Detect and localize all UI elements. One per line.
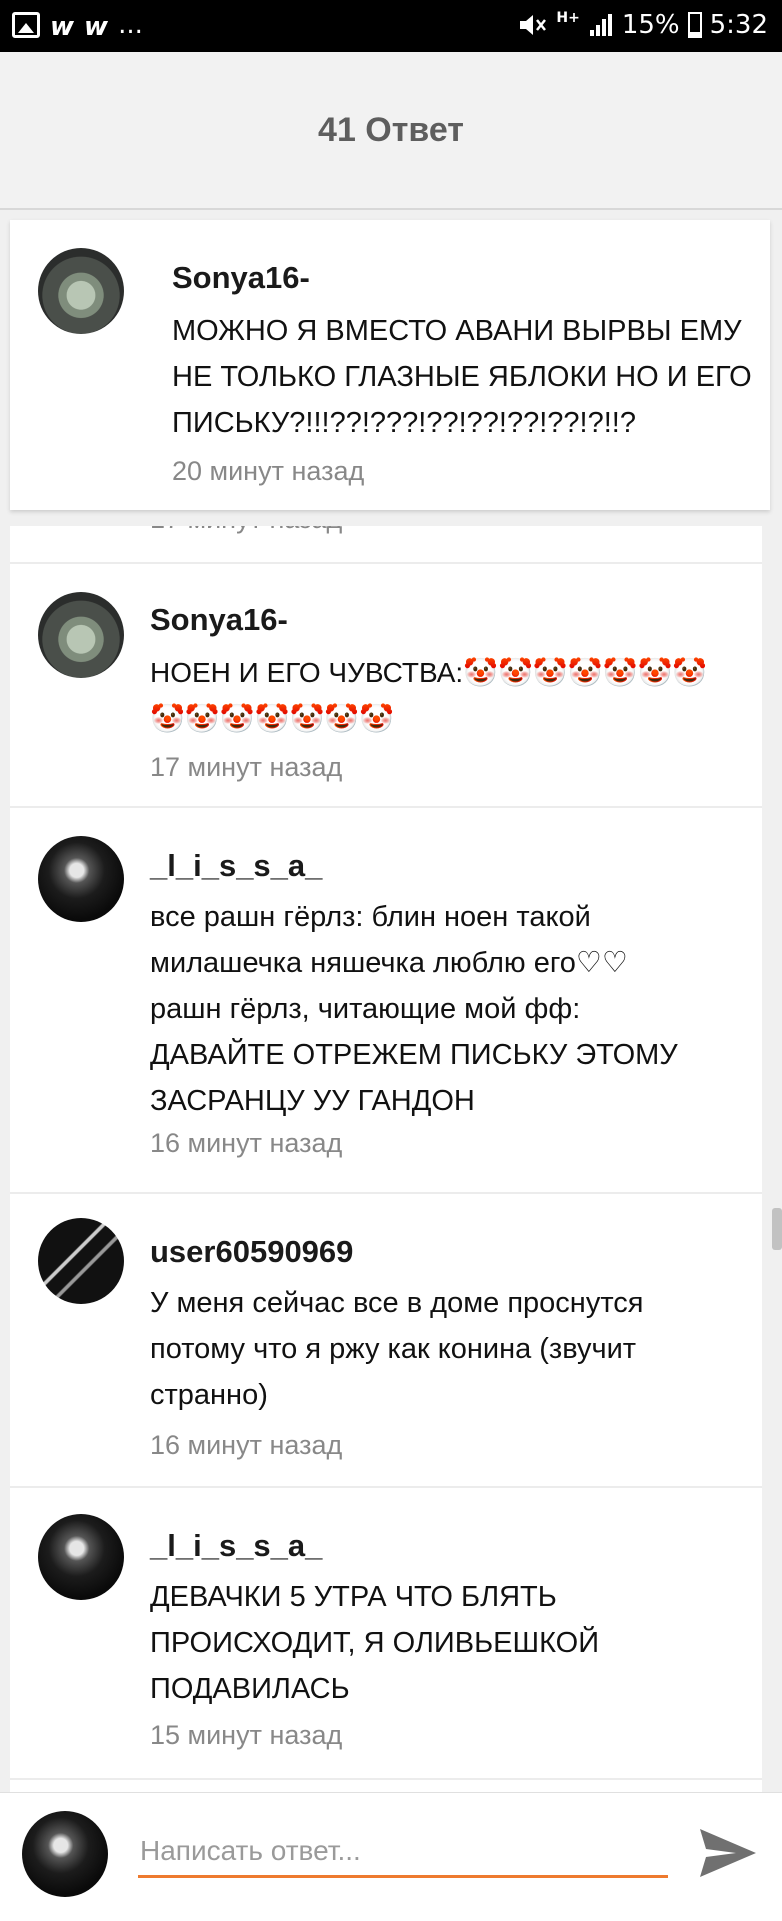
comment-text-line: 🤡🤡🤡🤡🤡🤡🤡 [150, 703, 395, 734]
reply-input[interactable] [138, 1827, 668, 1878]
battery-icon [687, 12, 702, 38]
comment-username[interactable]: user60590969 [150, 1234, 353, 1270]
comment-time: 17 минут назад [150, 752, 343, 782]
comment-time: 15 минут назад [150, 1720, 343, 1750]
send-icon [700, 1829, 756, 1877]
battery-percent: 15% [621, 10, 680, 40]
avatar[interactable] [38, 592, 124, 678]
comment-text-line: У меня сейчас все в доме проснутся [150, 1287, 644, 1319]
comment-text-line: ЗАСРАНЦУ УУ ГАНДОН [150, 1085, 475, 1117]
comment-text-line: рашн гёрлз, читающие мой фф: [150, 993, 581, 1025]
status-bar: w w ... H+ 15% 5:32 [0, 0, 782, 52]
clock: 5:32 [709, 10, 768, 40]
comment-text-line: ДЕВАЧКИ 5 УТРА ЧТО БЛЯТЬ [150, 1581, 557, 1613]
page-title: 41 Ответ [318, 110, 464, 149]
comment-time: 16 минут назад [150, 1430, 343, 1460]
comment-list[interactable]: Sonya16- МОЖНО Я ВМЕСТО АВАНИ ВЫРВЫ ЕМУ … [10, 220, 772, 1792]
comment-text-line: потому что я ржу как конина (звучит [150, 1333, 637, 1365]
my-avatar [22, 1811, 108, 1897]
gallery-icon [12, 12, 40, 38]
comment-text-line: милашечка няшечка люблю его♡♡ [150, 947, 628, 979]
reply-bar [0, 1792, 782, 1921]
comment-username[interactable]: _l_i_s_s_a_ [150, 848, 322, 884]
avatar[interactable] [38, 836, 124, 922]
comment-text: НОЕН И ЕГО ЧУВСТВА:🤡🤡🤡🤡🤡🤡🤡 🤡🤡🤡🤡🤡🤡🤡 [150, 650, 750, 742]
comment-text: ДЕВАЧКИ 5 УТРА ЧТО БЛЯТЬ ПРОИСХОДИТ, Я О… [150, 1574, 750, 1712]
comment-text: все рашн гёрлз: блин ноен такой милашечк… [150, 894, 750, 1124]
comment-text-line: НЕ ТОЛЬКО ГЛАЗНЫЕ ЯБЛОКИ НО И ЕГО [172, 361, 752, 393]
replies-panel: 17 минут назад Sonya16- НОЕН И ЕГО ЧУВСТ… [10, 526, 762, 1792]
comment-time: 16 минут назад [150, 1128, 343, 1158]
comment-time: 17 минут назад [150, 526, 342, 535]
mute-icon [520, 15, 547, 35]
avatar[interactable] [38, 1514, 124, 1600]
clipped-row: 17 минут назад [10, 526, 762, 560]
avatar[interactable] [38, 248, 124, 334]
comment-card[interactable]: Sonya16- МОЖНО Я ВМЕСТО АВАНИ ВЫРВЫ ЕМУ … [10, 220, 770, 510]
comment-username[interactable]: Sonya16- [172, 260, 310, 296]
comment-text-line: ДАВАЙТЕ ОТРЕЖЕМ ПИСЬКУ ЭТОМУ [150, 1039, 678, 1071]
comment-text-line: ПОДАВИЛАСЬ [150, 1673, 350, 1705]
avatar[interactable] [38, 1218, 124, 1304]
comment-text: МОЖНО Я ВМЕСТО АВАНИ ВЫРВЫ ЕМУ НЕ ТОЛЬКО… [172, 308, 772, 446]
header: 41 Ответ [0, 52, 782, 210]
comment-text-line: МОЖНО Я ВМЕСТО АВАНИ ВЫРВЫ ЕМУ [172, 315, 742, 347]
divider [10, 1778, 762, 1780]
list-item[interactable]: user60590969 У меня сейчас все в доме пр… [10, 1194, 762, 1486]
notification-more: ... [118, 10, 143, 40]
comment-text-line: ПИСЬКУ?!!!??!???!??!??!??!??!?!!? [172, 407, 636, 439]
comment-text-line: НОЕН И ЕГО ЧУВСТВА:🤡🤡🤡🤡🤡🤡🤡 [150, 657, 708, 688]
network-type: H+ [556, 10, 580, 26]
list-item[interactable]: _l_i_s_s_a_ все рашн гёрлз: блин ноен та… [10, 808, 762, 1192]
comment-time: 20 минут назад [172, 456, 365, 486]
send-button[interactable] [696, 1823, 760, 1883]
comment-username[interactable]: _l_i_s_s_a_ [150, 1528, 322, 1564]
w-app-icon: w [50, 12, 75, 42]
comment-text-line: странно) [150, 1379, 268, 1411]
comment-text: У меня сейчас все в доме проснутся потом… [150, 1280, 750, 1418]
list-item[interactable]: Sonya16- НОЕН И ЕГО ЧУВСТВА:🤡🤡🤡🤡🤡🤡🤡 🤡🤡🤡🤡… [10, 564, 762, 806]
comment-text-line: все рашн гёрлз: блин ноен такой [150, 901, 591, 933]
scrollbar-thumb[interactable] [772, 1208, 782, 1250]
signal-icon [589, 14, 612, 36]
list-item[interactable]: _l_i_s_s_a_ ДЕВАЧКИ 5 УТРА ЧТО БЛЯТЬ ПРО… [10, 1488, 762, 1778]
comment-username[interactable]: Sonya16- [150, 602, 288, 638]
comment-text-line: ПРОИСХОДИТ, Я ОЛИВЬЕШКОЙ [150, 1627, 600, 1659]
w-app-icon: w [84, 12, 109, 42]
